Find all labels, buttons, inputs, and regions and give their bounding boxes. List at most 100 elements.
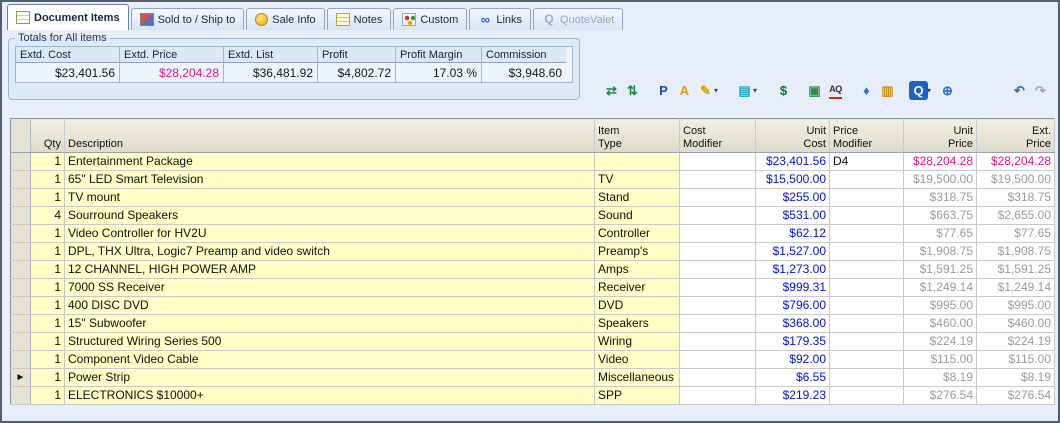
row-selector[interactable] bbox=[11, 297, 31, 315]
cell-qty[interactable]: 4 bbox=[31, 207, 65, 225]
cell-ext-price[interactable]: $318.75 bbox=[977, 189, 1055, 207]
cell-unit-cost[interactable]: $796.00 bbox=[756, 297, 830, 315]
cell-qty[interactable]: 1 bbox=[31, 171, 65, 189]
web-icon[interactable]: ⊕ bbox=[938, 81, 957, 100]
cell-cost-modifier[interactable] bbox=[680, 297, 756, 315]
tab-quotevalet[interactable]: QQuoteValet bbox=[533, 8, 623, 30]
cell-description[interactable]: 7000 SS Receiver bbox=[65, 279, 595, 297]
cell-description[interactable]: 400 DISC DVD bbox=[65, 297, 595, 315]
cell-item-type[interactable]: SPP bbox=[595, 387, 680, 405]
cell-unit-price[interactable]: $995.00 bbox=[904, 297, 977, 315]
cell-ext-price[interactable]: $115.00 bbox=[977, 351, 1055, 369]
column-header-unit-price[interactable]: UnitPrice bbox=[904, 119, 977, 153]
cell-price-modifier[interactable] bbox=[830, 243, 904, 261]
row-selector[interactable] bbox=[11, 243, 31, 261]
highlighter-icon[interactable]: ✎ bbox=[696, 81, 715, 100]
row-selector[interactable] bbox=[11, 261, 31, 279]
cell-unit-cost[interactable]: $255.00 bbox=[756, 189, 830, 207]
cell-qty[interactable]: 1 bbox=[31, 243, 65, 261]
cell-description[interactable]: TV mount bbox=[65, 189, 595, 207]
cell-description[interactable]: 65" LED Smart Television bbox=[65, 171, 595, 189]
cell-unit-cost[interactable]: $23,401.56 bbox=[756, 153, 830, 171]
autoquote-icon[interactable]: AQ bbox=[826, 81, 845, 100]
cell-description[interactable]: Power Strip bbox=[65, 369, 595, 387]
cell-item-type[interactable]: Controller bbox=[595, 225, 680, 243]
cell-description[interactable]: Sourround Speakers bbox=[65, 207, 595, 225]
cell-unit-price[interactable]: $276.54 bbox=[904, 387, 977, 405]
row-selector[interactable] bbox=[11, 387, 31, 405]
etilize-icon[interactable]: ♦ bbox=[857, 81, 876, 100]
cell-description[interactable]: Entertainment Package bbox=[65, 153, 595, 171]
cell-item-type[interactable]: Speakers bbox=[595, 315, 680, 333]
redo-icon[interactable]: ↷ bbox=[1031, 81, 1050, 100]
cell-unit-cost[interactable]: $999.31 bbox=[756, 279, 830, 297]
cell-unit-cost[interactable]: $219.23 bbox=[756, 387, 830, 405]
cell-ext-price[interactable]: $276.54 bbox=[977, 387, 1055, 405]
cell-price-modifier[interactable] bbox=[830, 369, 904, 387]
cell-item-type[interactable] bbox=[595, 153, 680, 171]
cell-unit-price[interactable]: $663.75 bbox=[904, 207, 977, 225]
cell-qty[interactable]: 1 bbox=[31, 333, 65, 351]
move-item-icon[interactable]: ⇄ bbox=[602, 81, 621, 100]
refresh-pricing-icon[interactable]: $ bbox=[774, 81, 793, 100]
cell-ext-price[interactable]: $19,500.00 bbox=[977, 171, 1055, 189]
cell-unit-cost[interactable]: $92.00 bbox=[756, 351, 830, 369]
tab-links[interactable]: ∞Links bbox=[469, 8, 531, 30]
column-header-description[interactable]: Description bbox=[65, 119, 595, 153]
line-attributes-icon[interactable]: ▤ bbox=[735, 81, 754, 100]
cell-unit-price[interactable]: $115.00 bbox=[904, 351, 977, 369]
cell-ext-price[interactable]: $1,908.75 bbox=[977, 243, 1055, 261]
tab-sold-to-ship-to[interactable]: Sold to / Ship to bbox=[131, 8, 245, 30]
cell-qty[interactable]: 1 bbox=[31, 225, 65, 243]
row-selector[interactable] bbox=[11, 279, 31, 297]
cell-price-modifier[interactable] bbox=[830, 387, 904, 405]
cell-price-modifier[interactable] bbox=[830, 207, 904, 225]
cell-cost-modifier[interactable] bbox=[680, 189, 756, 207]
cell-item-type[interactable]: Sound bbox=[595, 207, 680, 225]
cell-price-modifier[interactable] bbox=[830, 333, 904, 351]
line-attributes-icon-dropdown[interactable]: ▾ bbox=[753, 86, 762, 95]
cell-cost-modifier[interactable] bbox=[680, 207, 756, 225]
cell-price-modifier[interactable] bbox=[830, 171, 904, 189]
cell-ext-price[interactable]: $1,249.14 bbox=[977, 279, 1055, 297]
cell-description[interactable]: Component Video Cable bbox=[65, 351, 595, 369]
cell-cost-modifier[interactable] bbox=[680, 261, 756, 279]
column-header-ext-price[interactable]: Ext.Price bbox=[977, 119, 1055, 153]
tab-document-items[interactable]: Document Items bbox=[7, 4, 129, 30]
cell-description[interactable]: 12 CHANNEL, HIGH POWER AMP bbox=[65, 261, 595, 279]
cell-cost-modifier[interactable] bbox=[680, 315, 756, 333]
cell-unit-cost[interactable]: $179.35 bbox=[756, 333, 830, 351]
cell-ext-price[interactable]: $995.00 bbox=[977, 297, 1055, 315]
cell-item-type[interactable]: Preamp's bbox=[595, 243, 680, 261]
quotevalet-icon-dropdown[interactable]: ▾ bbox=[927, 86, 936, 95]
cell-unit-cost[interactable]: $15,500.00 bbox=[756, 171, 830, 189]
cell-ext-price[interactable]: $2,655.00 bbox=[977, 207, 1055, 225]
cell-cost-modifier[interactable] bbox=[680, 243, 756, 261]
cell-unit-cost[interactable]: $368.00 bbox=[756, 315, 830, 333]
cell-qty[interactable]: 1 bbox=[31, 369, 65, 387]
row-selector[interactable] bbox=[11, 153, 31, 171]
cell-description[interactable]: Video Controller for HV2U bbox=[65, 225, 595, 243]
column-header-qty[interactable]: Qty bbox=[31, 119, 65, 153]
price-analysis-icon[interactable]: A bbox=[675, 81, 694, 100]
cell-price-modifier[interactable] bbox=[830, 279, 904, 297]
cell-item-type[interactable]: Wiring bbox=[595, 333, 680, 351]
cell-price-modifier[interactable] bbox=[830, 351, 904, 369]
tab-custom[interactable]: Custom bbox=[393, 8, 467, 30]
cell-item-type[interactable]: Amps bbox=[595, 261, 680, 279]
cell-unit-price[interactable]: $77.65 bbox=[904, 225, 977, 243]
cell-cost-modifier[interactable] bbox=[680, 153, 756, 171]
cell-unit-cost[interactable]: $531.00 bbox=[756, 207, 830, 225]
cell-item-type[interactable]: Miscellaneous bbox=[595, 369, 680, 387]
cell-qty[interactable]: 1 bbox=[31, 189, 65, 207]
cell-unit-cost[interactable]: $1,273.00 bbox=[756, 261, 830, 279]
undo-icon[interactable]: ↶ bbox=[1010, 81, 1029, 100]
cell-qty[interactable]: 1 bbox=[31, 315, 65, 333]
cell-qty[interactable]: 1 bbox=[31, 351, 65, 369]
row-selector[interactable] bbox=[11, 225, 31, 243]
cell-price-modifier[interactable] bbox=[830, 225, 904, 243]
reorder-item-icon[interactable]: ⇅ bbox=[623, 81, 642, 100]
highlighter-icon-dropdown[interactable]: ▾ bbox=[714, 86, 723, 95]
cell-price-modifier[interactable] bbox=[830, 297, 904, 315]
cell-ext-price[interactable]: $1,591.25 bbox=[977, 261, 1055, 279]
